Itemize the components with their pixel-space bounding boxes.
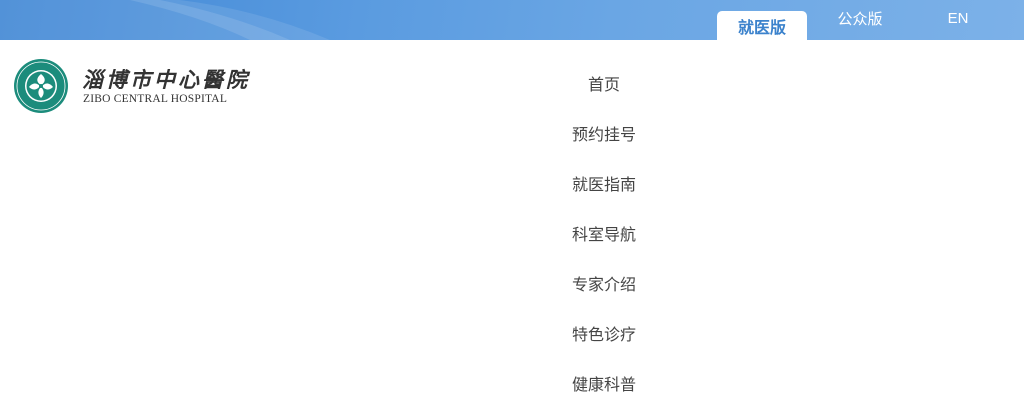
nav-item-home[interactable]: 首页 bbox=[544, 58, 664, 108]
tab-patient-version[interactable]: 就医版 bbox=[717, 11, 807, 40]
top-bar: 就医版 公众版 EN bbox=[0, 0, 1024, 40]
nav-item-departments[interactable]: 科室导航 bbox=[544, 208, 664, 258]
nav-item-health-education[interactable]: 健康科普 bbox=[544, 358, 664, 408]
tab-english[interactable]: EN bbox=[913, 0, 1003, 36]
nav-item-appointment[interactable]: 预约挂号 bbox=[544, 108, 664, 158]
nav-item-experts[interactable]: 专家介绍 bbox=[544, 258, 664, 308]
nav-item-featured-treatment[interactable]: 特色诊疗 bbox=[544, 308, 664, 358]
tab-public-version[interactable]: 公众版 bbox=[815, 0, 905, 36]
hospital-logo[interactable]: 淄博市中心醫院 ZIBO CENTRAL HOSPITAL bbox=[12, 58, 262, 116]
hospital-name-cn: 淄博市中心醫院 bbox=[82, 67, 250, 92]
hospital-name-en: ZIBO CENTRAL HOSPITAL bbox=[83, 93, 228, 105]
nav-item-guide[interactable]: 就医指南 bbox=[544, 158, 664, 208]
hospital-emblem-icon bbox=[14, 59, 68, 113]
main-nav: 首页 预约挂号 就医指南 科室导航 专家介绍 特色诊疗 健康科普 bbox=[544, 58, 664, 408]
